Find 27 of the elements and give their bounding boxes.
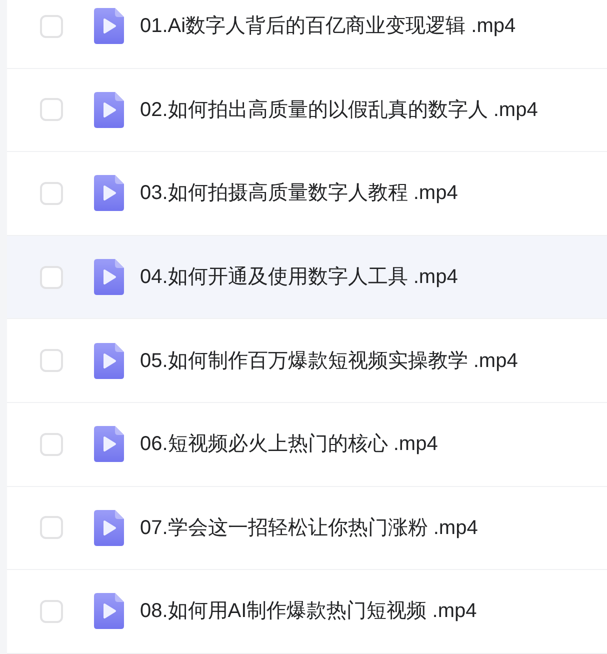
file-name: 06.短视频必火上热门的核心 .mp4 [140, 432, 438, 458]
file-name: 05.如何制作百万爆款短视频实操教学 .mp4 [140, 348, 518, 374]
video-file-icon [94, 593, 124, 630]
checkbox[interactable] [40, 182, 63, 205]
file-name: 07.学会这一招轻松让你热门涨粉 .mp4 [140, 516, 478, 541]
file-row[interactable]: 04.如何开通及使用数字人工具 .mp4 [7, 236, 607, 320]
file-name: 08.如何用AI制作爆款热门短视频 .mp4 [140, 599, 477, 624]
checkbox[interactable] [40, 516, 63, 540]
checkbox[interactable] [40, 266, 63, 289]
video-file-icon [94, 510, 124, 546]
video-file-icon [94, 426, 124, 462]
checkbox[interactable] [40, 432, 63, 456]
video-file-icon [94, 342, 124, 379]
file-name: 04.如何开通及使用数字人工具 .mp4 [140, 265, 458, 290]
video-file-icon [94, 259, 124, 296]
video-file-icon [94, 8, 124, 44]
file-name: 03.如何拍摄高质量数字人教程 .mp4 [140, 181, 458, 206]
file-row[interactable]: 07.学会这一招轻松让你热门涨粉 .mp4 [7, 486, 607, 570]
checkbox[interactable] [40, 600, 63, 623]
video-file-icon [94, 175, 124, 212]
checkbox[interactable] [40, 14, 63, 38]
video-file-icon [94, 92, 124, 128]
file-name: 02.如何拍出高质量的以假乱真的数字人 .mp4 [140, 98, 538, 123]
checkbox[interactable] [40, 349, 63, 372]
file-row[interactable]: 02.如何拍出高质量的以假乱真的数字人 .mp4 [7, 68, 607, 152]
checkbox[interactable] [40, 98, 63, 122]
file-name: 01.Ai数字人背后的百亿商业变现逻辑 .mp4 [140, 14, 516, 40]
